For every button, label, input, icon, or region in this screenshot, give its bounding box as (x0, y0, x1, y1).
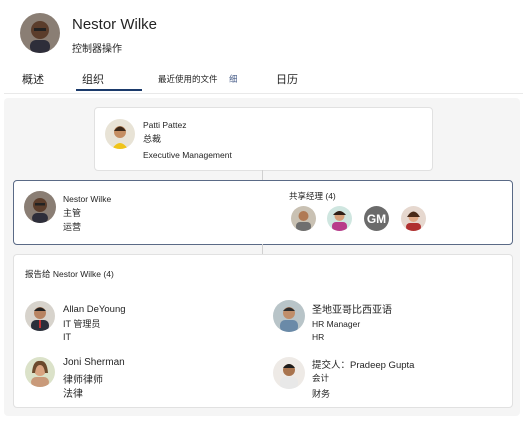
current-department: 运营 (63, 222, 82, 232)
report-department-4: 财务 (312, 389, 331, 399)
report-title-1: IT 管理员 (63, 319, 101, 329)
report-department-1: IT (63, 332, 71, 342)
current-avatar (24, 191, 56, 223)
connector-line-2 (262, 244, 263, 254)
report-avatar-3[interactable] (25, 357, 55, 387)
report-avatar-1[interactable] (25, 301, 55, 331)
tab-organization[interactable]: 组织 (82, 71, 104, 87)
direct-reports-card: 报告给 Nestor Wilke (4) Allan DeYoung IT 管理… (13, 254, 513, 408)
current-name: Nestor Wilke (63, 194, 112, 204)
shared-manager-avatar-4[interactable] (401, 206, 426, 231)
org-chart-panel: Patti Pattez 总裁 Executive Management Nes… (4, 98, 520, 416)
report-name-3[interactable]: Joni Sherman (63, 357, 125, 368)
current-person-card[interactable]: Nestor Wilke 主管 运营 共享经理 (4) GM (13, 180, 513, 245)
manager-avatar (105, 119, 135, 149)
report-name-2[interactable]: 圣地亚哥比西亚语 (312, 301, 392, 316)
report-avatar-4[interactable] (273, 357, 305, 389)
manager-name: Patti Pattez (143, 120, 187, 130)
shared-manager-initials-avatar[interactable]: GM (364, 206, 389, 231)
tab-recent-files[interactable]: 最近使用的文件 (158, 73, 218, 85)
profile-name: Nestor Wilke (72, 16, 158, 33)
connector-line (262, 170, 263, 180)
report-department-3: 法律 (63, 389, 83, 400)
report-name-1[interactable]: Allan DeYoung (63, 304, 126, 315)
tab-extra[interactable]: 细 (229, 73, 238, 85)
report-title-3: 律师律师 (63, 375, 103, 386)
profile-avatar (20, 13, 60, 53)
report-title-4: 会计 (312, 373, 330, 383)
profile-role: 控制器操作 (72, 44, 122, 55)
active-tab-indicator (76, 89, 142, 91)
manager-title: 总裁 (143, 134, 162, 144)
report-avatar-2[interactable] (273, 300, 305, 332)
shared-manager-avatar-1[interactable] (291, 206, 316, 231)
direct-reports-header: 报告给 Nestor Wilke (4) (25, 269, 114, 279)
manager-department: Executive Management (143, 150, 232, 160)
report-department-2: HR (312, 332, 325, 342)
tab-calendar[interactable]: 日历 (276, 71, 298, 87)
shared-manager-avatar-2[interactable] (327, 206, 352, 231)
tab-overview[interactable]: 概述 (22, 71, 44, 87)
current-title: 主管 (63, 208, 82, 218)
shared-managers-label: 共享经理 (4) (289, 191, 336, 201)
report-title-2: HR Manager (312, 319, 361, 329)
tabs-divider (4, 93, 523, 94)
report-name-4[interactable]: 提交人：Pradeep Gupta (312, 357, 414, 371)
manager-card[interactable]: Patti Pattez 总裁 Executive Management (94, 107, 433, 171)
